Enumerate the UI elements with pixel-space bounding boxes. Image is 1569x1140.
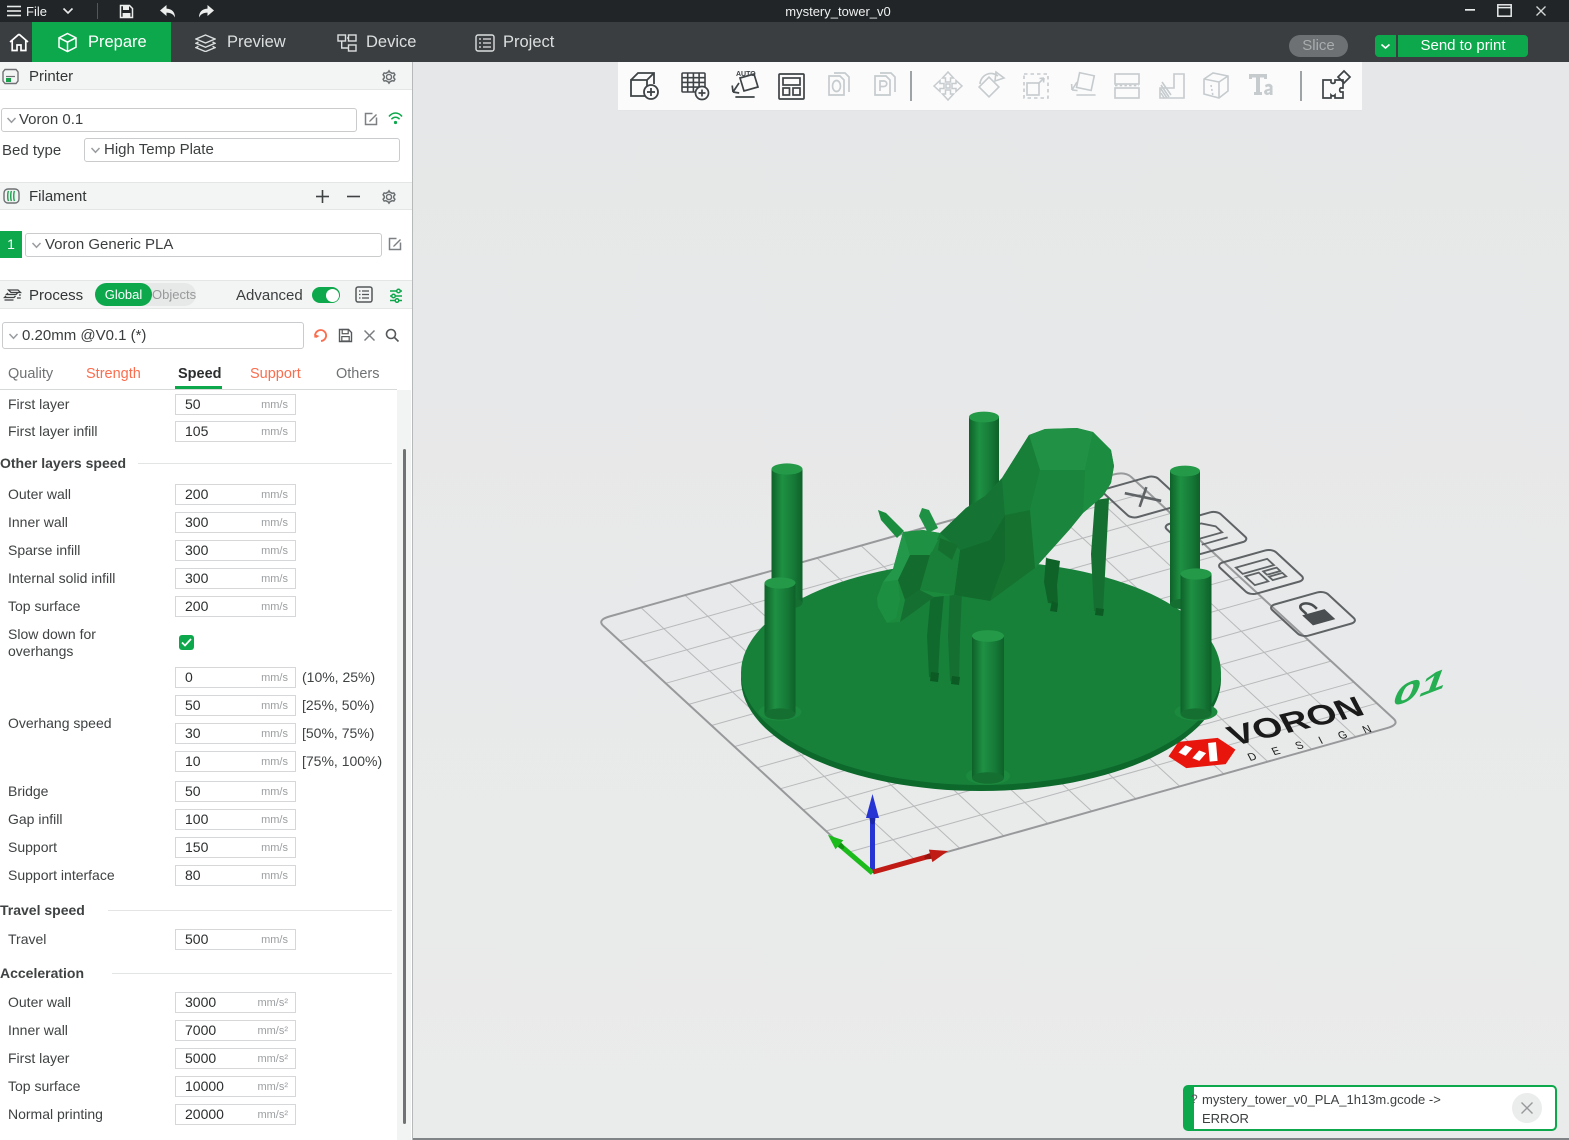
svg-text:01: 01	[1387, 660, 1453, 715]
svg-text:AUTO: AUTO	[736, 71, 756, 78]
